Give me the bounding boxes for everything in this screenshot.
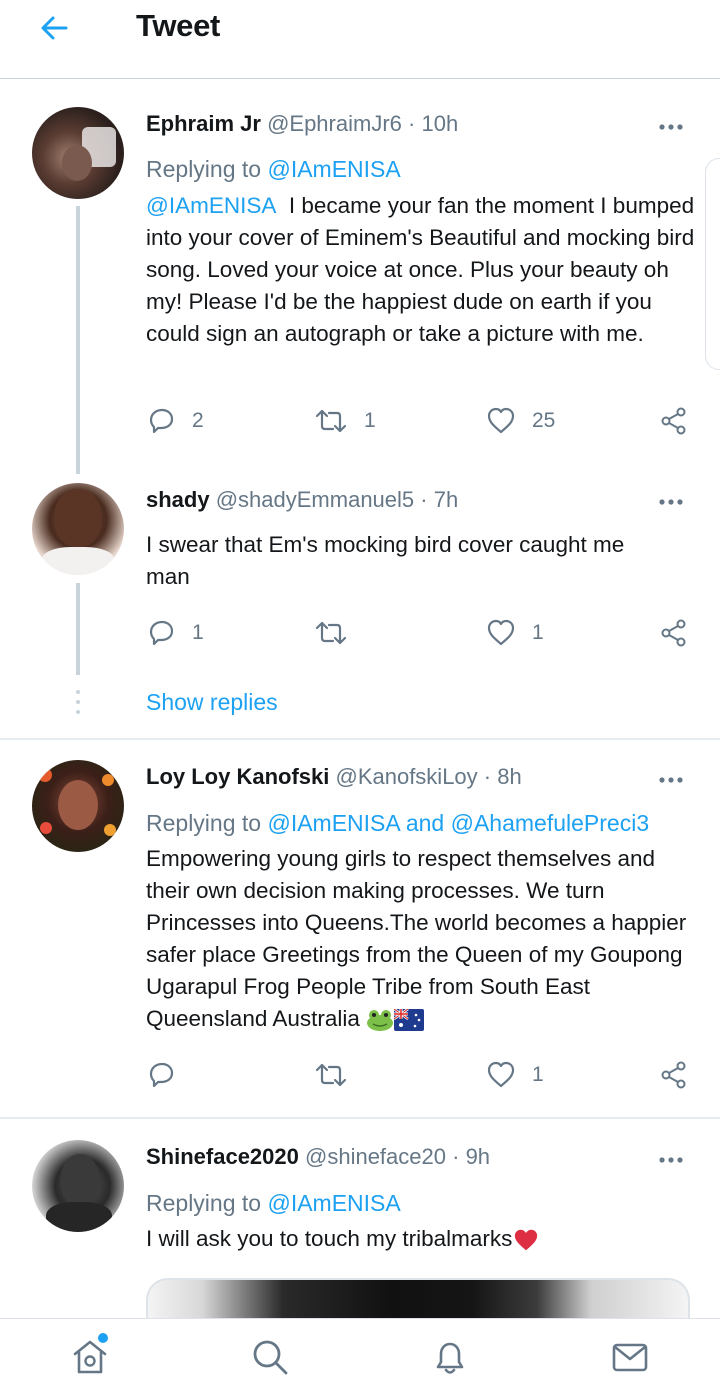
frog-emoji [367, 1010, 394, 1032]
tweet-author-row: Loy Loy Kanofski @KanofskiLoy · 8h [146, 764, 522, 790]
reply-button[interactable] [146, 1060, 176, 1090]
timestamp[interactable]: 7h [434, 487, 458, 512]
reply-count: 1 [192, 621, 204, 644]
like-button[interactable]: 1 [486, 618, 544, 648]
separator: · [420, 487, 428, 512]
tweet-text: @IAmENISA I became your fan the moment I… [146, 190, 696, 350]
avatar[interactable] [32, 483, 124, 575]
more-icon[interactable] [658, 775, 684, 785]
retweet-button[interactable] [314, 618, 348, 648]
separator: · [408, 111, 416, 136]
retweet-icon [315, 621, 347, 645]
tweet-body: I will ask you to touch my tribalmarks [146, 1226, 513, 1251]
replying-to-link[interactable]: @IAmENISA [267, 1190, 400, 1216]
avatar[interactable] [32, 107, 124, 199]
timestamp[interactable]: 9h [466, 1144, 490, 1169]
like-button[interactable]: 1 [486, 1060, 544, 1090]
replying-to: Replying to @IAmENISA [146, 1190, 401, 1217]
separator: · [452, 1144, 460, 1169]
share-icon [661, 619, 686, 647]
share-button[interactable] [659, 1060, 689, 1090]
more-icon[interactable] [658, 122, 684, 132]
divider [0, 1117, 720, 1119]
display-name[interactable]: Shineface2020 [146, 1144, 299, 1169]
replying-to-label: Replying to [146, 156, 262, 182]
tweet-author-row: Shineface2020 @shineface20 · 9h [146, 1144, 490, 1170]
handle[interactable]: @EphraimJr6 [267, 111, 402, 136]
side-scroll-handle[interactable] [705, 158, 720, 370]
handle[interactable]: @shadyEmmanuel5 [216, 487, 414, 512]
replying-to-link[interactable]: @IAmENISA and @AhamefulePreci3 [267, 810, 649, 836]
like-icon [487, 1061, 515, 1088]
tweet-text: I will ask you to touch my tribalmarks [146, 1223, 696, 1255]
handle[interactable]: @KanofskiLoy [335, 764, 477, 789]
replying-to-label: Replying to [146, 1190, 262, 1216]
share-button[interactable] [659, 406, 689, 436]
reply-icon [149, 1062, 174, 1088]
red-heart-emoji [515, 1229, 538, 1251]
tweet-author-row: shady @shadyEmmanuel5 · 7h [146, 487, 458, 513]
show-replies-link[interactable]: Show replies [146, 689, 278, 716]
like-count: 25 [532, 409, 556, 432]
bottom-nav [0, 1318, 720, 1389]
reply-button[interactable]: 1 [146, 618, 204, 648]
notifications-icon[interactable] [430, 1337, 470, 1377]
thread-dots [76, 690, 80, 720]
avatar[interactable] [32, 760, 124, 852]
tweet-text: Empowering young girls to respect themse… [146, 843, 696, 1035]
more-icon[interactable] [658, 497, 684, 507]
like-count: 1 [532, 1063, 544, 1086]
australia-flag-emoji [394, 1009, 425, 1032]
retweet-icon [315, 1063, 347, 1087]
handle[interactable]: @shineface20 [305, 1144, 446, 1169]
mention-link[interactable]: @IAmENISA [146, 193, 276, 218]
display-name[interactable]: shady [146, 487, 210, 512]
top-bar: Tweet [0, 0, 720, 79]
retweet-icon [315, 409, 347, 433]
thread-line [76, 206, 80, 474]
like-button[interactable]: 25 [486, 406, 555, 436]
divider [0, 738, 720, 740]
tweet-actions: 2 1 25 [146, 406, 691, 438]
reply-button[interactable]: 2 [146, 406, 204, 436]
home-icon[interactable] [70, 1337, 110, 1377]
thread-line [76, 583, 80, 675]
share-icon [661, 407, 686, 435]
tweet-actions: 1 1 [146, 618, 691, 650]
replying-to: Replying to @IAmENISA and @AhamefulePrec… [146, 810, 649, 837]
share-icon [661, 1061, 686, 1089]
tweet-text: I swear that Em's mocking bird cover cau… [146, 532, 625, 589]
replying-to: Replying to @IAmENISA [146, 156, 401, 183]
timestamp[interactable]: 10h [421, 111, 458, 136]
more-icon[interactable] [658, 1155, 684, 1165]
retweet-button[interactable] [314, 1060, 348, 1090]
reply-icon [149, 620, 174, 646]
reply-count: 2 [192, 409, 204, 432]
reply-icon [149, 408, 174, 434]
page-title: Tweet [136, 8, 221, 43]
display-name[interactable]: Loy Loy Kanofski [146, 764, 329, 789]
retweet-count: 1 [364, 409, 376, 432]
like-icon [487, 619, 515, 646]
back-arrow-icon[interactable] [36, 10, 72, 46]
tweet-author-row: Ephraim Jr @EphraimJr6 · 10h [146, 111, 458, 137]
display-name[interactable]: Ephraim Jr [146, 111, 261, 136]
avatar[interactable] [32, 1140, 124, 1232]
separator: · [483, 764, 492, 789]
home-unread-dot [98, 1333, 108, 1343]
search-icon[interactable] [250, 1337, 290, 1377]
like-icon [487, 407, 515, 434]
timestamp[interactable]: 8h [497, 764, 521, 789]
tweet-body: Empowering young girls to respect themse… [146, 846, 687, 1031]
replying-to-label: Replying to [146, 810, 262, 836]
retweet-button[interactable]: 1 [314, 406, 376, 436]
replying-to-link[interactable]: @IAmENISA [267, 156, 400, 182]
messages-icon[interactable] [610, 1337, 650, 1377]
tweet-actions: 1 [146, 1060, 691, 1092]
like-count: 1 [532, 621, 544, 644]
share-button[interactable] [659, 618, 689, 648]
